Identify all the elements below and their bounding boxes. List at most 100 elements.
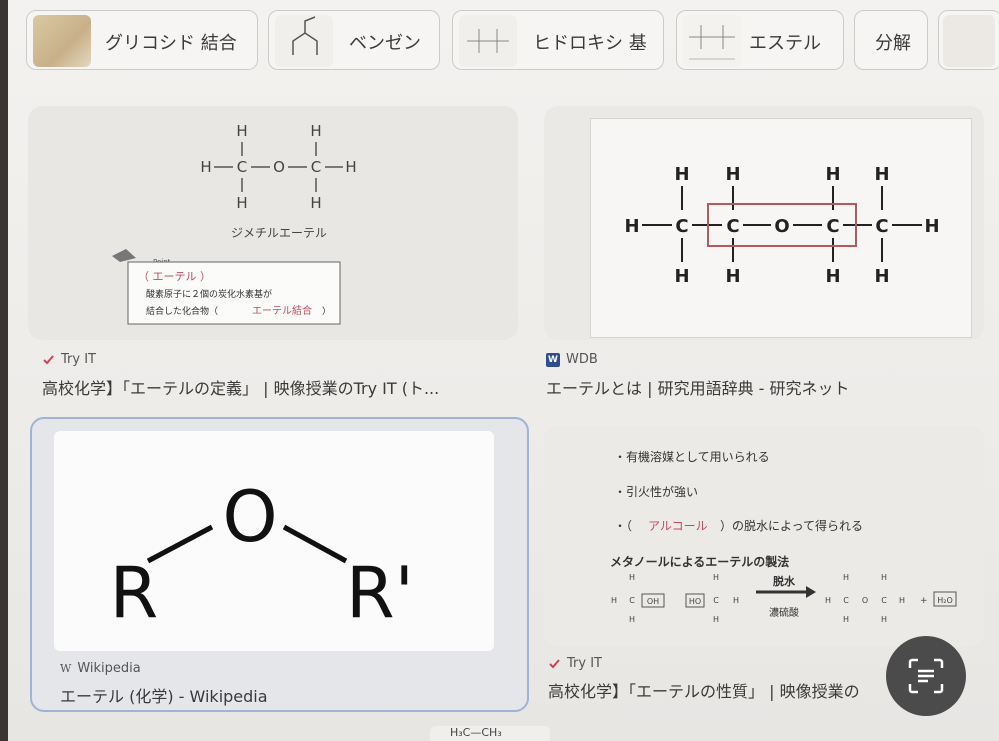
result-image-try-it-definition[interactable]: H H H C O C H H H ジメチルエーテル Point （ エーテル … (28, 106, 518, 340)
chip-label: 分解 (875, 33, 911, 54)
oxygen-atom: O (222, 476, 277, 558)
result-wikipedia-selected[interactable]: R O R' W Wikipedia エーテル (化学) - Wikipedia (30, 417, 529, 712)
atom-h: H (310, 122, 321, 140)
svg-text:C: C (629, 596, 635, 605)
svg-text:H: H (713, 615, 719, 624)
bullet-prefix: ・（ (614, 519, 632, 533)
chip-label: グリコシド 結合 (105, 33, 237, 54)
screen: グリコシド 結合 ベンゼン ヒドロキシ 基 エステル 分解 H H H C O … (0, 0, 999, 741)
atom-h: H (725, 164, 740, 185)
svg-text:OH: OH (647, 597, 659, 606)
atom-c: C (726, 216, 739, 237)
svg-text:H: H (843, 573, 849, 582)
wikipedia-favicon-icon: W (60, 662, 72, 675)
plus-sign: + (920, 596, 928, 606)
ether-general-formula: R O R' (110, 476, 414, 634)
svg-text:H: H (899, 596, 905, 605)
dimethyl-ether-structure: H H H C O C H H H ジメチルエーテル Point （ エーテル … (112, 122, 357, 325)
structure-caption: ジメチルエーテル (231, 226, 327, 240)
bullet-hand: アルコール (648, 519, 708, 533)
atom-h: H (624, 216, 639, 237)
ether-bond-structure: H H H H H C C O C C H H H H H (624, 164, 939, 287)
ether-properties-slide: ・有機溶媒として用いられる ・引火性が強い ・（ アルコール ）の脱水によって得… (610, 449, 957, 624)
atom-h: H (674, 164, 689, 185)
atom-c: C (237, 158, 247, 176)
atom-c: C (826, 216, 839, 237)
water-label: H₂O (937, 596, 953, 605)
note-line2-prefix: 結合した化合物（ (146, 305, 218, 317)
atom-h: H (725, 266, 740, 287)
atom-h: H (825, 164, 840, 185)
atom-h: H (345, 158, 356, 176)
result-title[interactable]: エーテル (化学) - Wikipedia (60, 683, 268, 707)
atom-c: C (675, 216, 688, 237)
chip-decomposition[interactable]: 分解 (854, 10, 928, 70)
source-try-it[interactable]: Try IT (42, 352, 96, 367)
chip-hydroxy[interactable]: ヒドロキシ 基 (452, 10, 664, 70)
svg-text:H: H (629, 573, 635, 582)
svg-text:H: H (733, 596, 739, 605)
chip-glycoside[interactable]: グリコシド 結合 (26, 10, 258, 70)
svg-text:H: H (881, 615, 887, 624)
source-name: Wikipedia (77, 661, 141, 676)
atom-h: H (924, 216, 939, 237)
atom-h: H (310, 194, 321, 212)
ester-thumb-icon (683, 15, 741, 67)
source-name: WDB (566, 352, 598, 367)
chip-label: エステル (749, 33, 821, 54)
svg-text:H: H (843, 615, 849, 624)
wdb-favicon-icon: W (546, 352, 560, 367)
note-line2-suffix: ） (322, 306, 331, 317)
atom-h: H (825, 266, 840, 287)
source-name: Try IT (61, 352, 96, 367)
atom-c: C (311, 158, 321, 176)
check-icon (549, 659, 560, 669)
atom-o: O (774, 216, 789, 237)
bullet-flammable: ・引火性が強い (614, 484, 698, 499)
r-o-r-image: R O R' (54, 431, 494, 651)
note-line1: 酸素原子に２個の炭化水素基が (146, 288, 272, 300)
chip-benzene[interactable]: ベンゼン (268, 10, 440, 70)
source-name: Try IT (567, 656, 602, 671)
svg-text:H: H (629, 615, 635, 624)
atom-h: H (236, 194, 247, 212)
chip-more[interactable] (938, 10, 999, 70)
chip-label: ベンゼン (349, 33, 421, 54)
next-result-peek[interactable]: H₃C—CH₃ (430, 726, 550, 741)
note-line2-hand: エーテル結合 (252, 304, 312, 317)
atom-c: C (875, 216, 888, 237)
svg-text:HO: HO (689, 597, 701, 606)
svg-text:H: H (611, 596, 617, 605)
svg-text:H: H (713, 573, 719, 582)
chip-ester[interactable]: エステル (676, 10, 844, 70)
benzene-thumb-icon (275, 15, 333, 67)
r-prime-group: R' (346, 552, 414, 634)
handwritten-note: （ エーテル ） (138, 270, 211, 283)
svg-text:C: C (881, 596, 887, 605)
arrow-bottom-label: 濃硫酸 (769, 606, 799, 619)
chip-label: ヒドロキシ 基 (533, 33, 647, 54)
lens-scan-button[interactable] (886, 636, 966, 716)
result-image-wdb[interactable]: H H H H H C C O C C H H H H H (544, 106, 984, 340)
bullet-suffix: ）の脱水によって得られる (720, 518, 863, 533)
result-title[interactable]: 高校化学】「エーテルの性質」 | 映像授業の (548, 678, 888, 702)
reaction-arrow-icon (806, 586, 816, 598)
glycoside-thumb-icon (33, 15, 91, 67)
hydroxy-thumb-icon (459, 15, 517, 67)
svg-text:O: O (862, 596, 868, 605)
atom-o: O (273, 158, 285, 176)
atom-h: H (874, 266, 889, 287)
source-wikipedia[interactable]: W Wikipedia (60, 661, 141, 676)
source-try-it[interactable]: Try IT (548, 656, 602, 671)
result-title[interactable]: エーテルとは | 研究用語辞典 - 研究ネット (546, 375, 850, 399)
result-image-try-it-properties[interactable]: ・有機溶媒として用いられる ・引火性が強い ・（ アルコール ）の脱水によって得… (544, 426, 984, 646)
svg-text:C: C (713, 596, 719, 605)
result-title[interactable]: 高校化学】「エーテルの定義」 | 映像授業のTry IT (ト... (42, 375, 439, 399)
source-wdb[interactable]: W WDB (546, 352, 598, 367)
svg-text:H: H (881, 573, 887, 582)
svg-text:C: C (843, 596, 849, 605)
point-mascot-icon (112, 249, 136, 262)
related-search-chips: グリコシド 結合 ベンゼン ヒドロキシ 基 エステル 分解 (20, 8, 999, 76)
production-heading: メタノールによるエーテルの製法 (610, 554, 789, 569)
peek-text: H₃C—CH₃ (450, 726, 502, 739)
